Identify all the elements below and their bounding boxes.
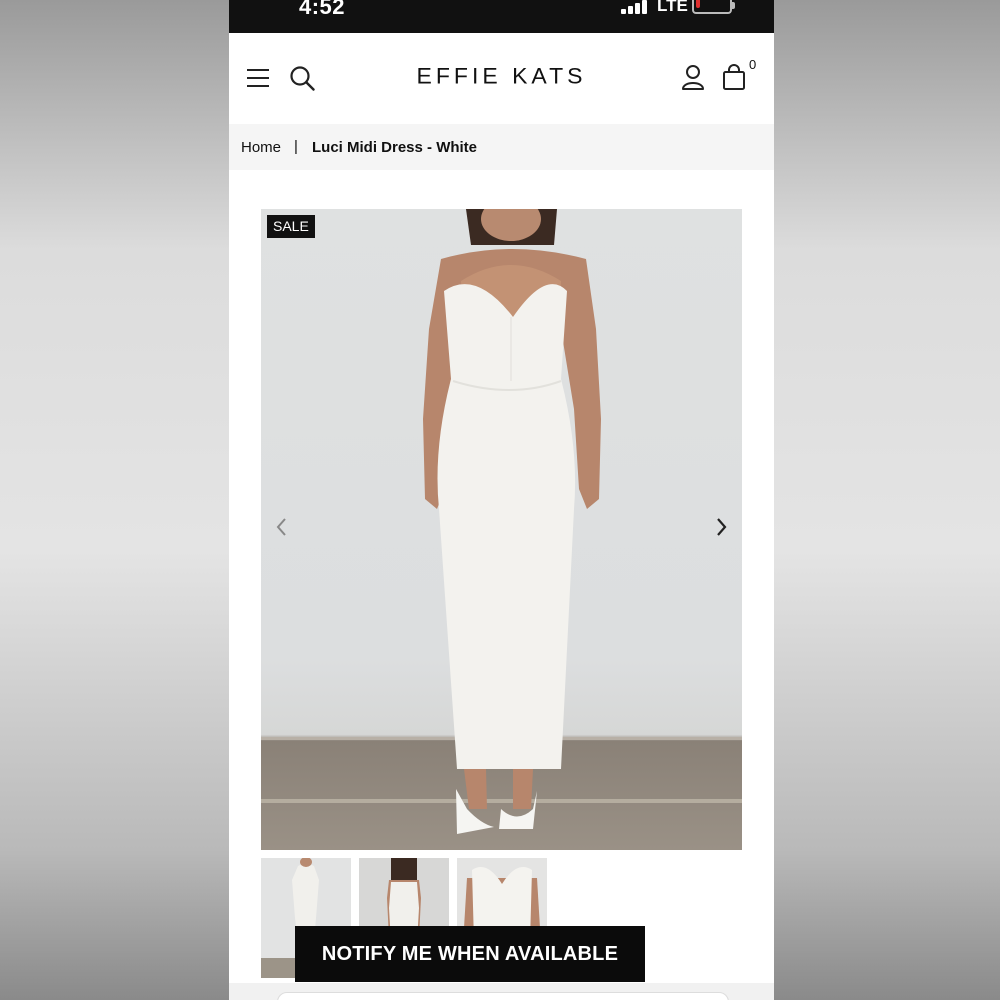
product-image-gallery[interactable]: SALE <box>261 209 742 850</box>
signal-icon <box>621 0 651 14</box>
chevron-left-icon[interactable] <box>273 515 291 539</box>
address-bar[interactable] <box>277 992 729 1000</box>
product-image <box>423 209 601 834</box>
phone-screen: 4:52 LTE EFFIE KATS 0 Home | Luci Midi D… <box>229 0 774 1000</box>
brand-logo-text: EFFIE KATS <box>416 63 587 89</box>
breadcrumb-home-link[interactable]: Home <box>241 139 281 156</box>
background-left <box>0 0 229 1000</box>
status-bar: 4:52 LTE <box>229 0 774 33</box>
chevron-right-icon[interactable] <box>712 515 730 539</box>
site-header: EFFIE KATS 0 <box>229 33 774 124</box>
battery-nub <box>732 2 735 9</box>
user-icon[interactable] <box>681 64 705 90</box>
network-label: LTE <box>657 0 688 15</box>
status-time: 4:52 <box>299 0 346 19</box>
battery-icon <box>692 0 732 14</box>
background-right <box>774 0 1000 1000</box>
breadcrumb-current: Luci Midi Dress - White <box>312 139 478 156</box>
notify-me-button[interactable]: NOTIFY ME WHEN AVAILABLE <box>295 926 645 982</box>
breadcrumb-separator: | <box>294 138 298 155</box>
breadcrumb: Home | Luci Midi Dress - White <box>229 124 774 170</box>
cart-icon[interactable] <box>722 64 746 90</box>
cart-count-badge: 0 <box>749 57 757 72</box>
sale-badge: SALE <box>267 215 315 238</box>
